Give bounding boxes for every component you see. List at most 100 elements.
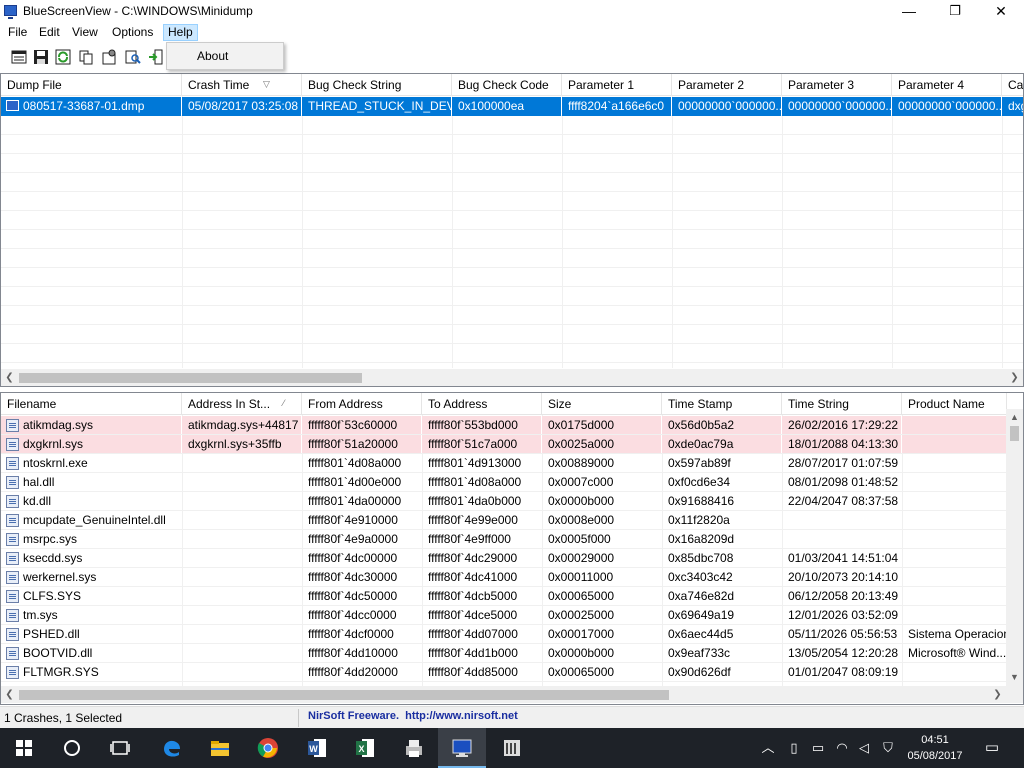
wifi-icon[interactable]: ◠	[834, 740, 850, 756]
driver-file-icon	[6, 495, 19, 508]
scroll-right-arrow-icon[interactable]: ❯	[989, 686, 1006, 703]
security-shield-icon[interactable]: ⛉	[880, 740, 896, 756]
word-icon[interactable]: W	[293, 728, 341, 768]
driver-row[interactable]: PSHED.dll fffff80f`4dcf0000 fffff80f`4dd07…	[1, 625, 1006, 644]
driver-row[interactable]: atikmdag.sys atikmdag.sys+44817 fffff80f`5…	[1, 416, 1006, 435]
cell-product-name	[902, 606, 1006, 625]
hscroll-thumb[interactable]	[19, 690, 669, 700]
printer-app-icon[interactable]	[390, 728, 438, 768]
driver-row[interactable]: hal.dll fffff801`4d00e000 fffff801`4d08a00…	[1, 473, 1006, 492]
minimize-button[interactable]: —	[886, 0, 932, 22]
taskbar: W X ︿ ▯ ▭ ◠ ◁ ⛉ 04:51 05/08/2017 ▭	[0, 728, 1024, 768]
file-explorer-icon[interactable]	[196, 728, 244, 768]
driver-row[interactable]: ksecdd.sys fffff80f`4dc00000 fffff80f`4dc2…	[1, 549, 1006, 568]
cell-filename: BOOTVID.dll	[23, 646, 93, 660]
col-bug-check-code[interactable]: Bug Check Code	[452, 74, 562, 96]
hscroll-thumb[interactable]	[19, 373, 362, 383]
volume-icon[interactable]: ◁	[856, 740, 872, 756]
usb-device-icon[interactable]: ▯	[786, 740, 802, 756]
col-parameter-2[interactable]: Parameter 2	[672, 74, 782, 96]
bluescreenview-app-icon	[4, 5, 17, 19]
save-icon[interactable]	[32, 48, 50, 66]
scroll-down-arrow-icon[interactable]: ▼	[1006, 669, 1023, 686]
menu-item-about[interactable]: About	[197, 49, 228, 63]
bluescreenview-icon[interactable]	[438, 728, 486, 768]
clock[interactable]: 04:51 05/08/2017	[902, 732, 968, 764]
col-time-string[interactable]: Time String	[782, 393, 902, 415]
menu-edit[interactable]: Edit	[35, 24, 64, 41]
col-parameter-3[interactable]: Parameter 3	[782, 74, 892, 96]
menu-view[interactable]: View	[68, 24, 102, 41]
exit-icon[interactable]	[147, 48, 165, 66]
col-time-stamp[interactable]: Time Stamp	[662, 393, 782, 415]
properties-icon[interactable]	[10, 48, 28, 66]
col-parameter-4[interactable]: Parameter 4	[892, 74, 1002, 96]
scroll-left-arrow-icon[interactable]: ❮	[1, 369, 18, 386]
crash-list[interactable]: Dump File Crash Time ▽ Bug Check String …	[0, 73, 1024, 387]
driver-row[interactable]: CLFS.SYS fffff80f`4dc50000 fffff80f`4dcb50…	[1, 587, 1006, 606]
col-size[interactable]: Size	[542, 393, 662, 415]
driver-row[interactable]: werkernel.sys fffff80f`4dc30000 fffff80f`4…	[1, 568, 1006, 587]
driver-file-icon	[6, 533, 19, 546]
col-from-address[interactable]: From Address	[302, 393, 422, 415]
cell-product-name	[902, 568, 1006, 587]
close-button[interactable]: ✕	[978, 0, 1024, 22]
edge-icon[interactable]	[148, 728, 196, 768]
task-view-icon[interactable]	[96, 728, 144, 768]
cell-time-string: 28/07/2017 01:07:59	[788, 456, 899, 470]
cell-from-address: fffff80f`4e910000	[308, 513, 398, 527]
driver-list-vscrollbar[interactable]: ▲ ▼	[1006, 409, 1023, 686]
scroll-left-arrow-icon[interactable]: ❮	[1, 686, 18, 703]
col-to-address[interactable]: To Address	[422, 393, 542, 415]
cortana-icon[interactable]	[48, 728, 96, 768]
col-dump-file[interactable]: Dump File	[1, 74, 182, 96]
refresh-icon[interactable]	[54, 48, 72, 66]
driver-list-hscrollbar[interactable]: ❮ ❯	[1, 686, 1023, 703]
menu-options[interactable]: Options	[108, 24, 157, 41]
menu-help[interactable]: Help	[163, 24, 198, 41]
cell-time-stamp: 0xc3403c42	[668, 570, 733, 584]
crash-row[interactable]: 080517-33687-01.dmp 05/08/2017 03:25:08 …	[1, 97, 1023, 116]
cell-size: 0x00889000	[548, 456, 615, 470]
driver-file-icon	[6, 666, 19, 679]
copy-icon[interactable]	[77, 48, 95, 66]
scroll-right-arrow-icon[interactable]: ❯	[1006, 369, 1023, 386]
menu-file[interactable]: File	[4, 24, 31, 41]
excel-icon[interactable]: X	[341, 728, 389, 768]
cell-from-address: fffff80f`53c60000	[302, 416, 421, 435]
driver-row[interactable]: msrpc.sys fffff80f`4e9a0000 fffff80f`4e9ff…	[1, 530, 1006, 549]
cell-address-in-stack	[182, 549, 301, 568]
crash-list-hscrollbar[interactable]: ❮ ❯	[1, 369, 1023, 386]
driver-row[interactable]: FLTMGR.SYS fffff80f`4dd20000 fffff80f`4dd8…	[1, 663, 1006, 682]
vscroll-thumb[interactable]	[1010, 426, 1019, 441]
advanced-options-icon[interactable]	[100, 48, 118, 66]
calculator-icon[interactable]	[488, 728, 536, 768]
show-hidden-icons-icon[interactable]: ︿	[760, 740, 776, 756]
col-bug-check-string[interactable]: Bug Check String	[302, 74, 452, 96]
nirsoft-link[interactable]: NirSoft Freeware. http://www.nirsoft.net	[308, 710, 518, 722]
cell-filename: hal.dll	[23, 475, 55, 489]
driver-file-icon	[6, 457, 19, 470]
driver-list[interactable]: Filename Address In St... ⁄ From Address…	[0, 392, 1024, 705]
find-icon[interactable]	[124, 48, 142, 66]
scroll-up-arrow-icon[interactable]: ▲	[1006, 409, 1023, 426]
col-caused-by[interactable]: Ca	[1002, 74, 1023, 96]
driver-row[interactable]: dxgkrnl.sys dxgkrnl.sys+35ffb fffff80f`51a…	[1, 435, 1006, 454]
driver-row[interactable]: kd.dll fffff801`4da00000 fffff801`4da0b000…	[1, 492, 1006, 511]
driver-row[interactable]: ntoskrnl.exe fffff801`4d08a000 fffff801`4d…	[1, 454, 1006, 473]
nirsoft-url[interactable]: http://www.nirsoft.net	[405, 710, 518, 722]
start-icon[interactable]	[0, 728, 48, 768]
driver-row[interactable]: tm.sys fffff80f`4dcc0000 fffff80f`4dce5000…	[1, 606, 1006, 625]
driver-row[interactable]: mcupdate_GenuineIntel.dll fffff80f`4e9100…	[1, 511, 1006, 530]
col-crash-time[interactable]: Crash Time	[182, 74, 302, 96]
action-center-icon[interactable]: ▭	[984, 740, 1000, 756]
cell-address-in-stack	[182, 644, 301, 663]
battery-icon[interactable]: ▭	[810, 740, 826, 756]
cell-time-stamp: 0x16a8209d	[668, 532, 735, 546]
maximize-button[interactable]: ❐	[932, 0, 978, 22]
driver-row[interactable]: BOOTVID.dll fffff80f`4dd10000 fffff80f`4dd…	[1, 644, 1006, 663]
col-filename[interactable]: Filename	[1, 393, 182, 415]
col-parameter-1[interactable]: Parameter 1	[562, 74, 672, 96]
chrome-icon[interactable]	[244, 728, 292, 768]
col-product-name[interactable]: Product Name	[902, 393, 1007, 415]
